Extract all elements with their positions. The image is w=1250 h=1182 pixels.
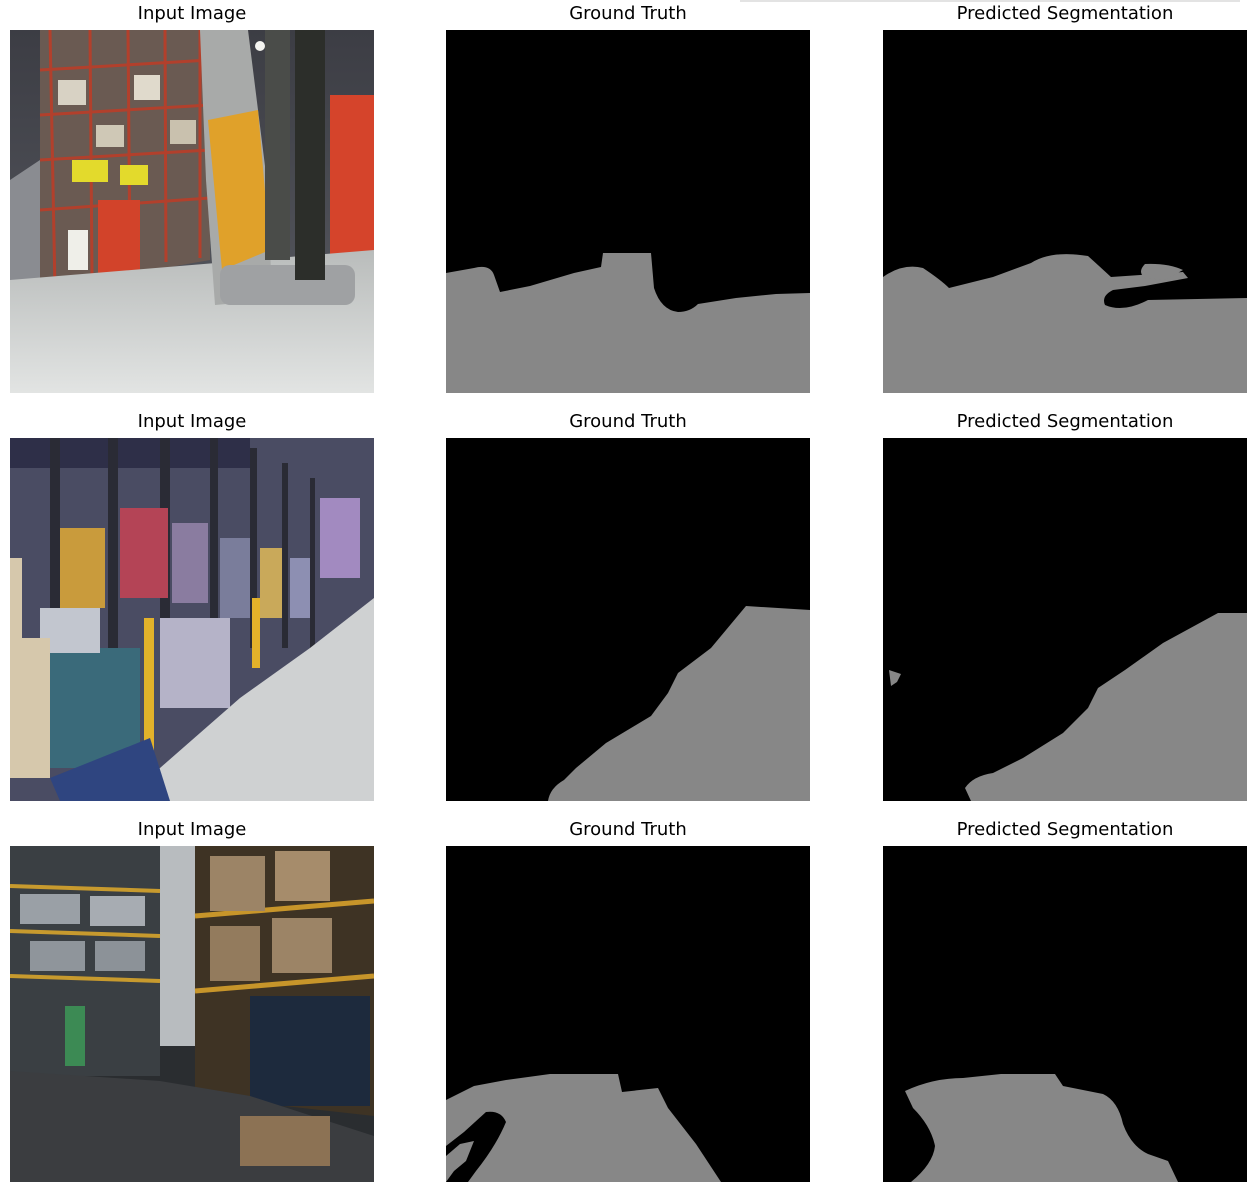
panel-title: Input Image: [137, 3, 247, 24]
panel-title: Input Image: [137, 411, 247, 432]
ground-truth-mask: [446, 846, 810, 1182]
panel-title: Ground Truth: [569, 3, 687, 24]
input-image-dark-warehouse: [10, 846, 374, 1182]
ground-truth-mask: [446, 438, 810, 801]
panel-title: Predicted Segmentation: [956, 3, 1174, 24]
predicted-segmentation-mask: [883, 30, 1247, 393]
ground-truth-mask: [446, 30, 810, 393]
panel-title: Ground Truth: [569, 411, 687, 432]
predicted-segmentation-mask: [883, 846, 1247, 1182]
panel-title: Predicted Segmentation: [956, 819, 1174, 840]
panel-title: Ground Truth: [569, 819, 687, 840]
input-image-warehouse-forklift: [10, 30, 374, 393]
panel-title: Predicted Segmentation: [956, 411, 1174, 432]
predicted-segmentation-mask: [883, 438, 1247, 801]
panel-title: Input Image: [137, 819, 247, 840]
input-image-warehouse-aisle: [10, 438, 374, 801]
